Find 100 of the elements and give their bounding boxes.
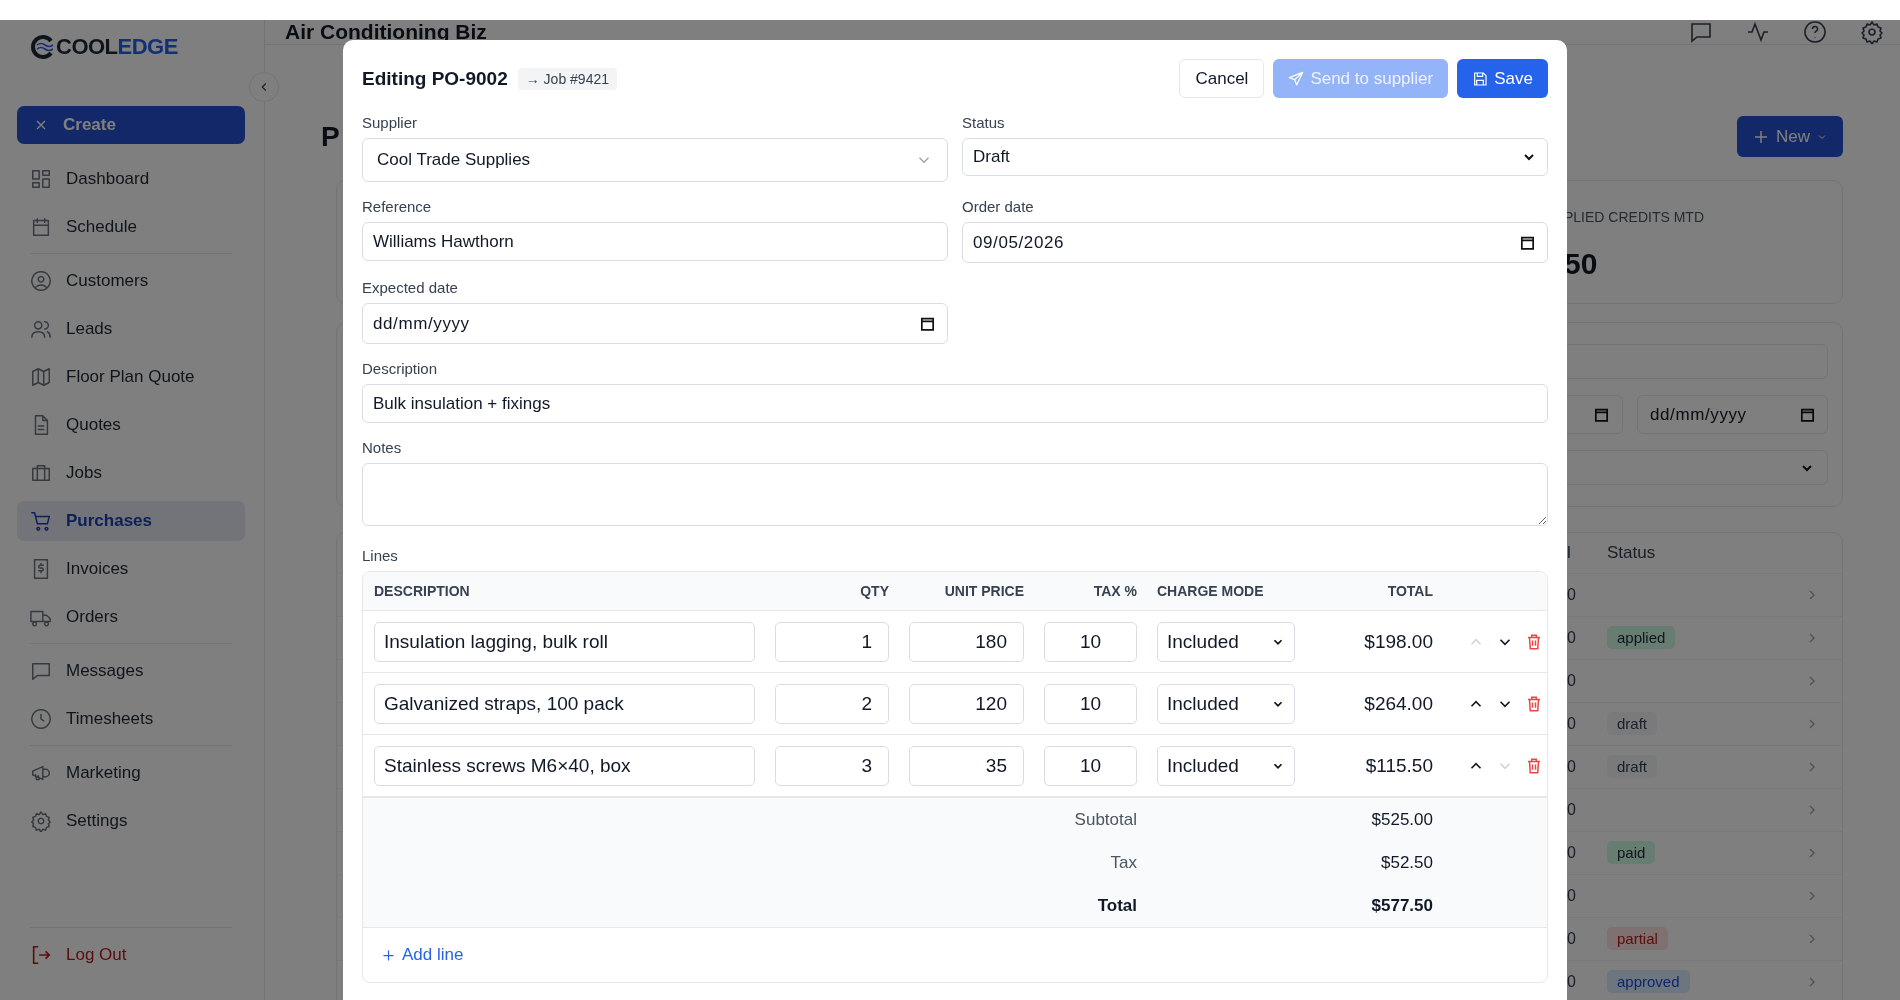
table-cell-text: 0: [1567, 715, 1577, 733]
sidebar-item[interactable]: Dashboard: [17, 159, 245, 199]
column-header: CHARGE MODE: [1157, 583, 1265, 599]
charge-mode-select[interactable]: Included: [1157, 745, 1295, 786]
status-select[interactable]: Draft: [962, 138, 1548, 176]
map-icon: [30, 366, 52, 388]
add-line-link[interactable]: Add line: [381, 945, 464, 965]
status-badge: paid: [1607, 841, 1656, 864]
table-cell-text: 0: [1567, 586, 1577, 604]
tax-field[interactable]: 10: [1044, 683, 1137, 724]
settings-icon[interactable]: [1860, 20, 1884, 44]
calendar-icon: [919, 315, 936, 332]
sidebar-item[interactable]: Marketing: [17, 753, 245, 793]
description-field[interactable]: Bulk insulation + fixings: [362, 384, 1548, 423]
total-label: Tax: [1109, 852, 1137, 873]
table-cell-text: 0: [1567, 629, 1577, 647]
qty-field[interactable]: 2: [775, 683, 889, 724]
line-total: $115.50: [1364, 754, 1433, 777]
unit-price-field[interactable]: 35: [909, 745, 1024, 786]
line-total: $264.00: [1363, 692, 1433, 715]
briefcase-icon: [30, 462, 52, 484]
order-date-field[interactable]: 09/05/2026: [962, 222, 1548, 263]
sidebar-item[interactable]: Jobs: [17, 453, 245, 493]
sidebar-item[interactable]: Orders: [17, 597, 245, 637]
sidebar-item[interactable]: Quotes: [17, 405, 245, 445]
dialog-title: Editing PO-9002: [362, 67, 508, 90]
column-header: QTY: [859, 583, 889, 599]
column-header: Status: [1607, 543, 1657, 563]
tax-field[interactable]: 10: [1044, 745, 1137, 786]
line-total: $198.00: [1363, 630, 1433, 653]
grid-icon: [30, 168, 52, 190]
unit-price-field[interactable]: 180: [909, 621, 1024, 662]
total-value: $525.00: [1370, 809, 1433, 830]
line-description-field[interactable]: Galvanized straps, 100 pack: [374, 683, 755, 724]
sidebar-item[interactable]: Customers: [17, 261, 245, 301]
sidebar-item[interactable]: Schedule: [17, 207, 245, 247]
table-cell-text: 0: [1567, 758, 1577, 776]
notes-field[interactable]: [362, 463, 1548, 526]
app-title: Air Conditioning Biz: [285, 20, 487, 44]
table-cell-text: 0: [1567, 672, 1577, 690]
clock-icon: [30, 708, 52, 730]
column-header: TAX %: [1092, 583, 1137, 599]
activity-icon[interactable]: [1746, 20, 1770, 44]
delete-icon[interactable]: [1525, 632, 1543, 651]
table-cell-text: 0: [1567, 973, 1577, 991]
collapse-button[interactable]: [249, 72, 279, 102]
users-icon: [30, 318, 52, 340]
field-label: Expected date: [362, 279, 459, 296]
date-field[interactable]: dd/mm/yyyy: [1637, 395, 1828, 434]
field-label: Status: [962, 114, 1006, 131]
settings-icon: [30, 810, 52, 832]
line-description-field[interactable]: Insulation lagging, bulk roll: [374, 621, 755, 662]
delete-icon[interactable]: [1525, 756, 1543, 775]
job-badge[interactable]: → Job #9421: [517, 67, 617, 90]
table-cell-text: 0: [1567, 801, 1577, 819]
section-label: Lines: [362, 547, 399, 564]
calendar-icon: [1799, 406, 1816, 423]
status-badge: approved: [1607, 970, 1690, 993]
sidebar-item[interactable]: Floor Plan Quote: [17, 357, 245, 397]
calendar-icon: [1593, 406, 1610, 423]
table-cell-text: 0: [1567, 844, 1577, 862]
sidebar-item[interactable]: Leads: [17, 309, 245, 349]
calendar-icon: [1519, 234, 1536, 251]
cart-icon: [30, 510, 52, 532]
page-title: P: [321, 120, 340, 153]
sidebar-item[interactable]: Invoices: [17, 549, 245, 589]
qty-field[interactable]: 3: [775, 745, 889, 786]
expected-date-field[interactable]: dd/mm/yyyy: [362, 303, 948, 344]
save-icon: [1472, 70, 1489, 87]
total-label: Total: [1096, 895, 1137, 916]
sidebar-item[interactable]: Timesheets: [17, 699, 245, 739]
total-value: $52.50: [1380, 852, 1433, 873]
total-label: Subtotal: [1073, 809, 1137, 830]
line-description-field[interactable]: Stainless screws M6×40, box: [374, 745, 755, 786]
save-button[interactable]: Save: [1457, 59, 1548, 98]
sidebar-item[interactable]: Messages: [17, 651, 245, 691]
column-header: DESCRIPTION: [374, 583, 471, 599]
supplier-select[interactable]: Cool Trade Supplies: [362, 138, 948, 182]
chat-icon[interactable]: [1689, 20, 1713, 44]
logo-icon: [29, 34, 55, 60]
help-icon[interactable]: [1803, 20, 1827, 44]
sidebar-item[interactable]: Settings: [17, 801, 245, 841]
reference-field[interactable]: Williams Hawthorn: [362, 222, 948, 261]
unit-price-field[interactable]: 120: [909, 683, 1024, 724]
column-header: l: [1567, 543, 1572, 563]
delete-icon[interactable]: [1525, 694, 1543, 713]
charge-mode-select[interactable]: Included: [1157, 621, 1295, 662]
send-icon: [1288, 70, 1305, 87]
calendar-icon: [30, 216, 52, 238]
new-button[interactable]: New: [1737, 116, 1843, 157]
table-cell-text: 0: [1567, 930, 1577, 948]
column-header: UNIT PRICE: [943, 583, 1024, 599]
status-badge: draft: [1607, 755, 1657, 778]
field-label: Notes: [362, 439, 403, 456]
field-label: Order date: [962, 198, 1035, 215]
charge-mode-select[interactable]: Included: [1157, 683, 1295, 724]
cancel-button[interactable]: Cancel: [1179, 59, 1265, 98]
tax-field[interactable]: 10: [1044, 621, 1137, 662]
total-value: $577.50: [1370, 895, 1433, 916]
qty-field[interactable]: 1: [775, 621, 889, 662]
